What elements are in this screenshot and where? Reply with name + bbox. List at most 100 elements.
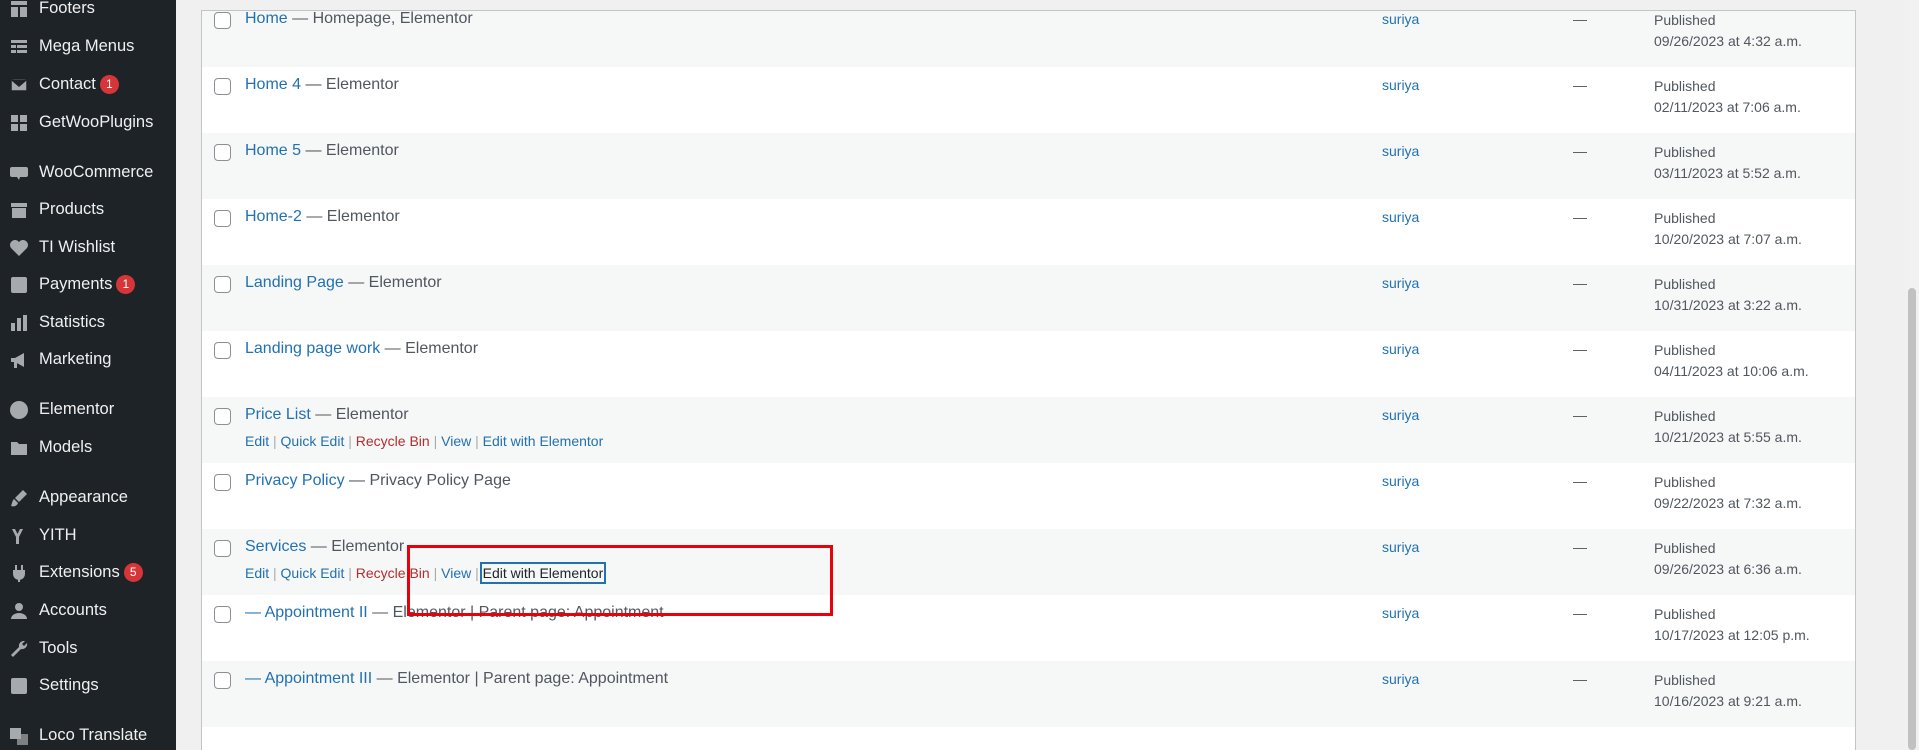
sidebar-item-products[interactable]: Products	[0, 191, 176, 228]
table-row: Home-2 — Elementor suriya — Published 10/20/…	[202, 199, 1855, 265]
author-link[interactable]: suriya	[1382, 473, 1419, 489]
settings-icon	[8, 675, 30, 697]
post-state: — Privacy Policy Page	[344, 472, 511, 489]
page-title-link[interactable]: Price List	[245, 406, 311, 423]
row-checkbox[interactable]	[214, 342, 231, 359]
sidebar-item-settings[interactable]: Settings	[0, 667, 176, 704]
page-title-link[interactable]: — Appointment III	[245, 670, 372, 687]
view-link[interactable]: View	[441, 433, 471, 449]
main-content: Home — Homepage, Elementor suriya — Publish…	[176, 0, 1919, 750]
sidebar-item-footers[interactable]: Footers	[0, 0, 176, 27]
author-link[interactable]: suriya	[1382, 539, 1419, 555]
plugin-grid-icon	[8, 112, 30, 134]
row-checkbox[interactable]	[214, 78, 231, 95]
sidebar-item-label: Statistics	[39, 313, 106, 331]
page-title-link[interactable]: Landing Page	[245, 274, 344, 291]
author-link[interactable]: suriya	[1382, 341, 1419, 357]
sidebar-item-models[interactable]: Models	[0, 429, 176, 466]
author-link[interactable]: suriya	[1382, 143, 1419, 159]
publish-date: 09/26/2023 at 6:36 a.m.	[1654, 561, 1802, 577]
row-checkbox[interactable]	[214, 408, 231, 425]
row-title: Landing page work — Elementor	[245, 340, 478, 358]
author-link[interactable]: suriya	[1382, 77, 1419, 93]
author-link[interactable]: suriya	[1382, 407, 1419, 423]
sidebar-item-label: GetWooPlugins	[39, 113, 154, 131]
sidebar-item-label: Settings	[39, 676, 99, 694]
post-state: — Homepage, Elementor	[287, 10, 473, 27]
sidebar-item-mega-menus[interactable]: Mega Menus	[0, 28, 176, 65]
sidebar-item-statistics[interactable]: Statistics	[0, 304, 176, 341]
sidebar-item-extensions[interactable]: Extensions 5	[0, 554, 176, 591]
action-separator: |	[269, 565, 281, 581]
sidebar-item-marketing[interactable]: Marketing	[0, 341, 176, 378]
folder-icon	[8, 437, 30, 459]
quick-edit-link[interactable]: Quick Edit	[281, 565, 345, 581]
sidebar-item-ti-wishlist[interactable]: TI Wishlist	[0, 229, 176, 266]
edit-link[interactable]: Edit	[245, 433, 269, 449]
table-row: Home 5 — Elementor suriya — Published 03/11/…	[202, 133, 1855, 199]
sidebar-item-contact[interactable]: Contact 1	[0, 66, 176, 103]
scrollbar-thumb[interactable]	[1908, 288, 1916, 750]
page-scrollbar[interactable]	[1905, 0, 1919, 750]
publish-status: Published	[1654, 276, 1716, 292]
page-title-link[interactable]: Home	[245, 11, 288, 27]
sidebar-item-yith[interactable]: YITH	[0, 517, 176, 554]
page-title-link[interactable]: Home 4	[245, 76, 301, 93]
publish-status: Published	[1654, 540, 1716, 556]
publish-date: 02/11/2023 at 7:06 a.m.	[1654, 99, 1801, 115]
row-checkbox[interactable]	[214, 540, 231, 557]
woo-icon	[8, 162, 30, 184]
author-link[interactable]: suriya	[1382, 11, 1419, 27]
comments-count: —	[1573, 275, 1587, 291]
row-checkbox[interactable]	[214, 144, 231, 161]
author-link[interactable]: suriya	[1382, 275, 1419, 291]
author-link[interactable]: suriya	[1382, 605, 1419, 621]
author-link[interactable]: suriya	[1382, 671, 1419, 687]
sidebar-item-label: Contact	[39, 75, 96, 93]
publish-status: Published	[1654, 78, 1716, 94]
page-title-link[interactable]: Landing page work	[245, 340, 380, 357]
comments-count: —	[1573, 11, 1587, 27]
sidebar-item-getwooplugins[interactable]: GetWooPlugins	[0, 104, 176, 141]
plugin-icon	[8, 562, 30, 584]
row-checkbox[interactable]	[214, 12, 231, 29]
edit-with-elementor-link[interactable]: Edit with Elementor	[483, 433, 604, 449]
megaphone-icon	[8, 349, 30, 371]
table-row: — Appointment III — Elementor | Parent p…	[202, 661, 1855, 727]
row-checkbox[interactable]	[214, 210, 231, 227]
sidebar-item-appearance[interactable]: Appearance	[0, 479, 176, 516]
sidebar-item-payments[interactable]: Payments 1	[0, 266, 176, 303]
row-checkbox[interactable]	[214, 276, 231, 293]
trash-link[interactable]: Recycle Bin	[356, 433, 430, 449]
sidebar-item-woocommerce[interactable]: WooCommerce	[0, 154, 176, 191]
row-checkbox[interactable]	[214, 474, 231, 491]
post-state: — Elementor | Parent page: Appointment	[372, 670, 669, 687]
table-row: Landing page work — Elementor suriya — Publ…	[202, 331, 1855, 397]
table-row: Home — Homepage, Elementor suriya — Publish…	[202, 10, 1855, 67]
translate-icon	[8, 725, 30, 747]
action-separator: |	[429, 433, 442, 449]
sidebar-item-elementor[interactable]: Elementor	[0, 391, 176, 428]
table-row: Landing Page — Elementor suriya — Published…	[202, 265, 1855, 331]
row-checkbox[interactable]	[214, 606, 231, 623]
row-checkbox[interactable]	[214, 672, 231, 689]
sidebar-item-label: WooCommerce	[39, 163, 154, 181]
page-title-link[interactable]: — Appointment II	[245, 604, 368, 621]
row-title: Home — Homepage, Elementor	[245, 10, 473, 28]
publish-date: 10/31/2023 at 3:22 a.m.	[1654, 297, 1802, 313]
sidebar-item-label: Marketing	[39, 350, 112, 368]
dollar-icon	[8, 274, 30, 296]
page-title-link[interactable]: Privacy Policy	[245, 472, 345, 489]
sidebar-item-accounts[interactable]: Accounts	[0, 592, 176, 629]
page-title-link[interactable]: Services	[245, 538, 306, 555]
date-cell: Published 10/16/2023 at 9:21 a.m.	[1654, 670, 1802, 712]
page-title-link[interactable]: Home-2	[245, 208, 302, 225]
comments-count: —	[1573, 407, 1587, 423]
author-link[interactable]: suriya	[1382, 209, 1419, 225]
edit-link[interactable]: Edit	[245, 565, 269, 581]
sidebar-item-tools[interactable]: Tools	[0, 630, 176, 667]
quick-edit-link[interactable]: Quick Edit	[281, 433, 345, 449]
page-title-link[interactable]: Home 5	[245, 142, 301, 159]
sidebar-item-loco-translate[interactable]: Loco Translate	[0, 717, 176, 750]
action-separator: |	[269, 433, 281, 449]
